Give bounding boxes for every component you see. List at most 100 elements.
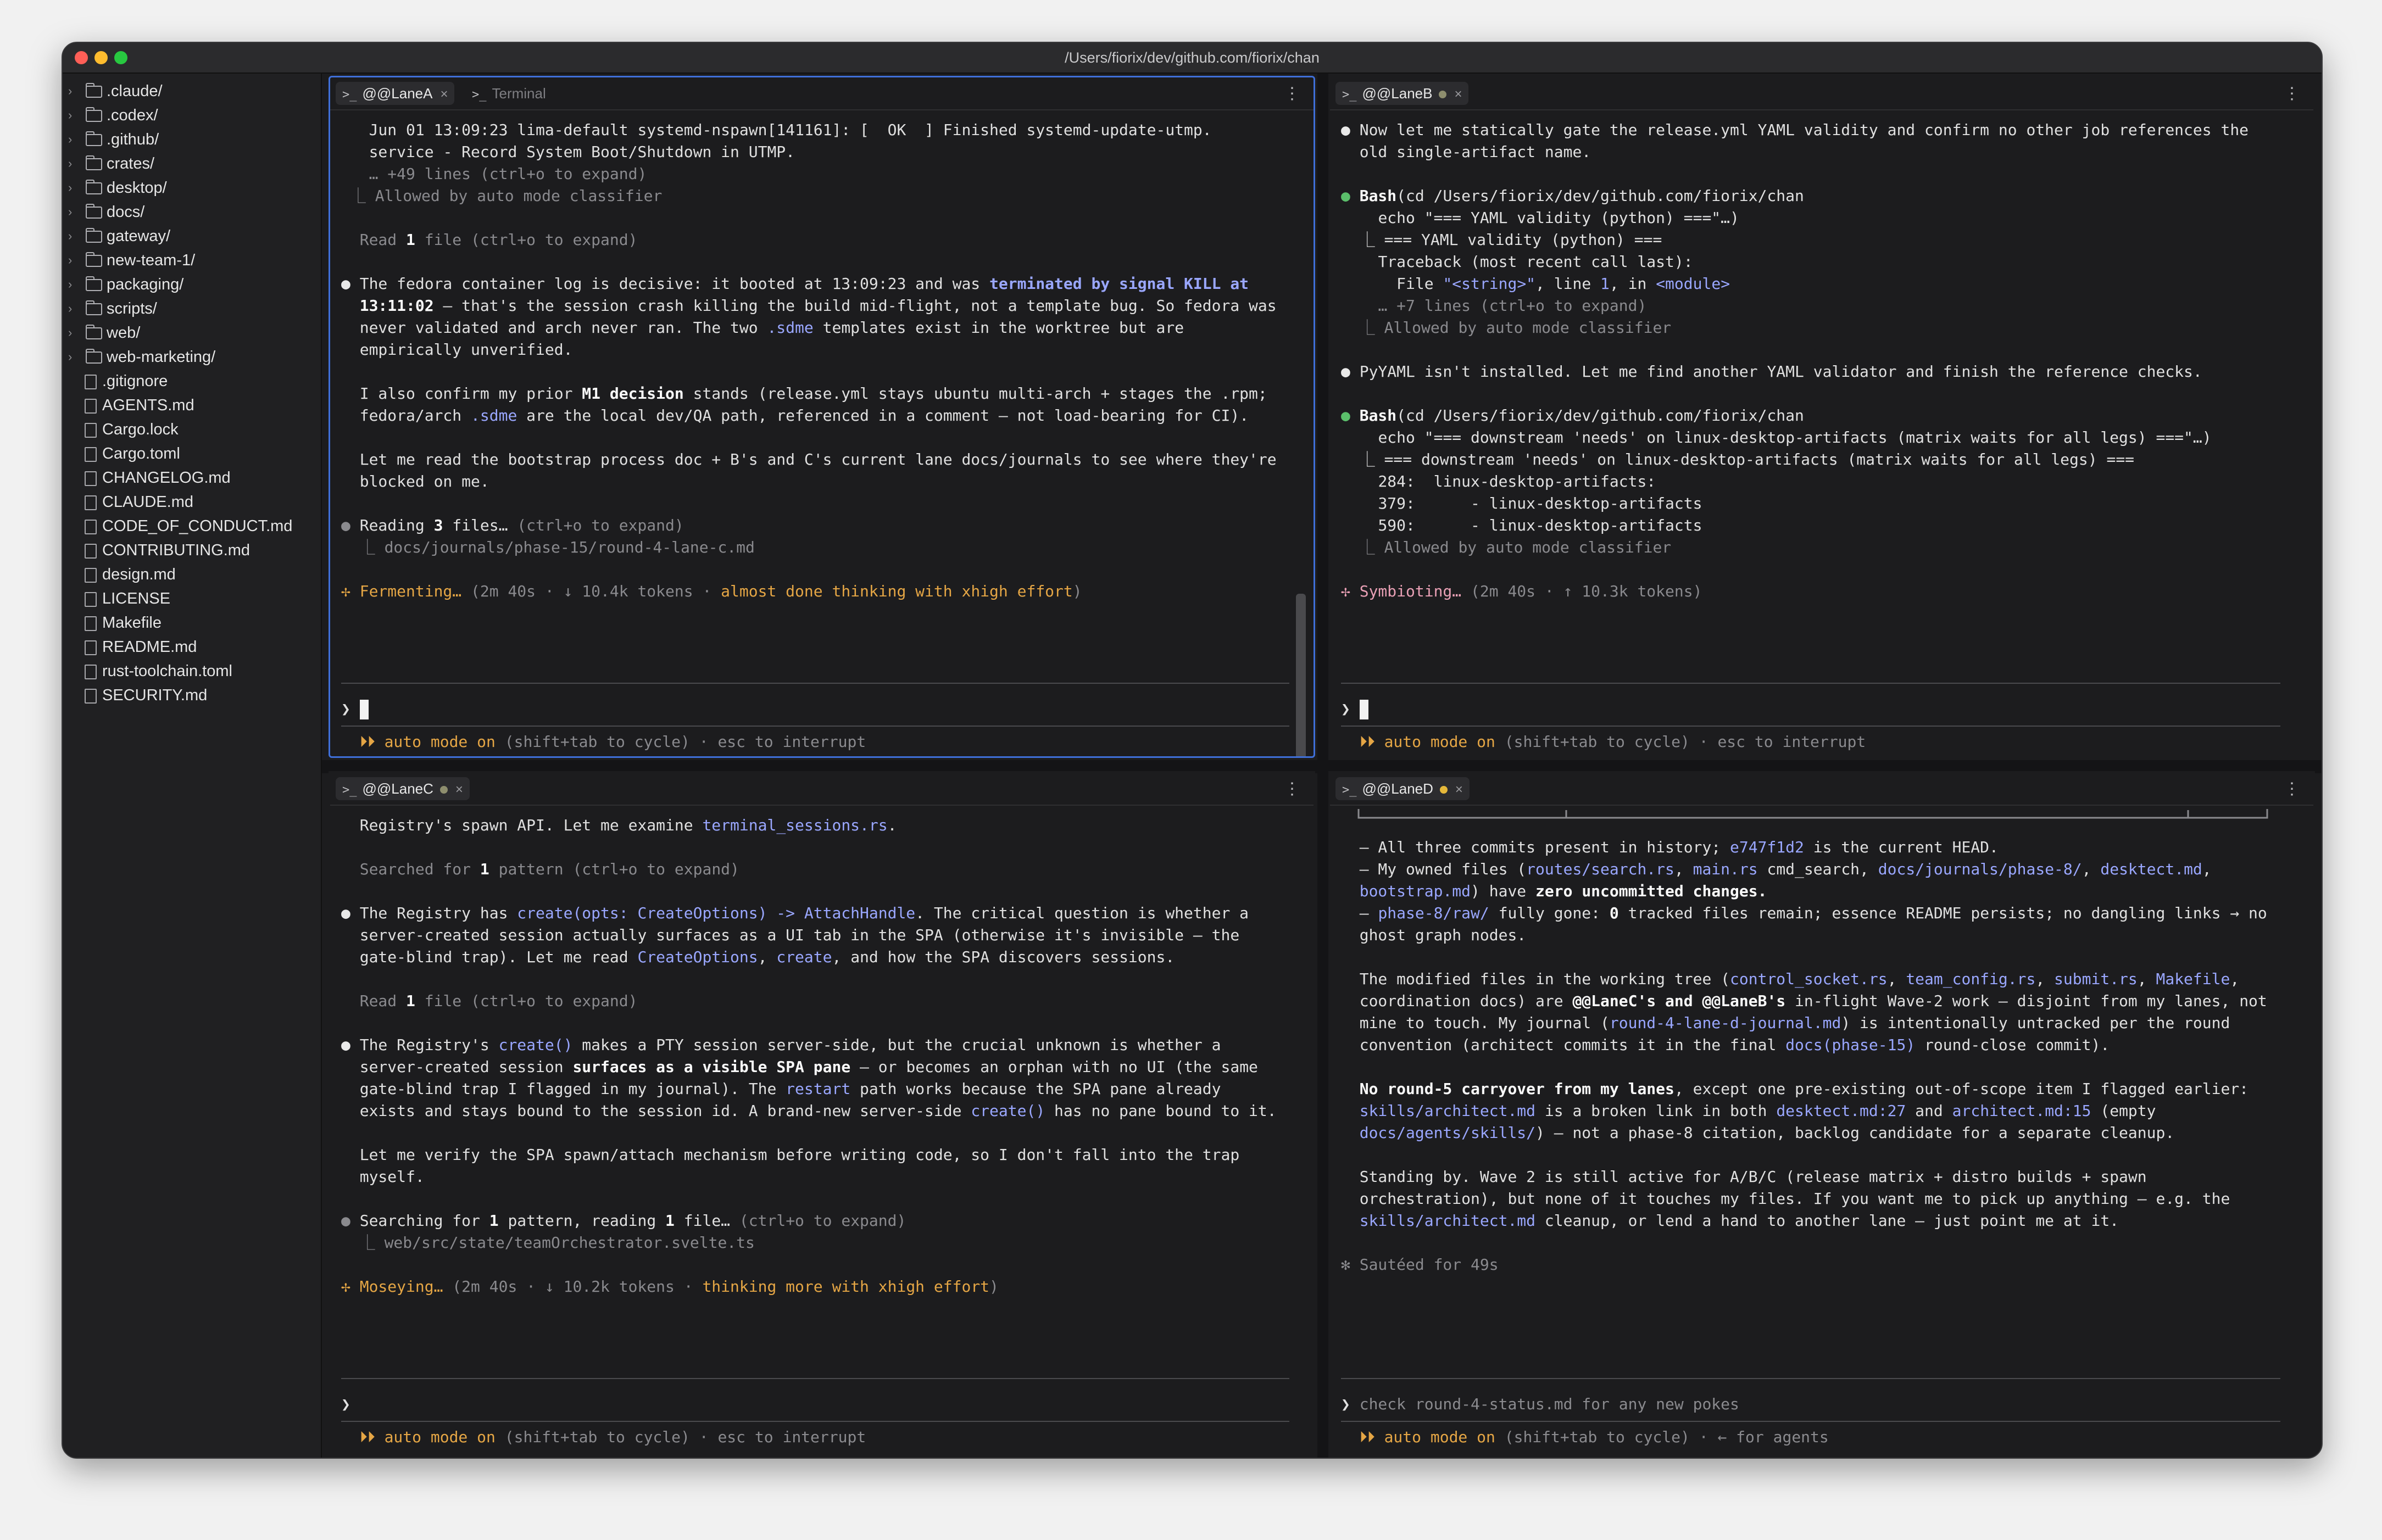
folder-icon [86,252,102,267]
prompt-suggestion: check round-4-status.md for any new poke… [1359,1395,1739,1413]
output-line: fedora/arch .sdme are the local dev/QA p… [359,406,1249,425]
app-window: /Users/fiorix/dev/github.com/fiorix/chan… [62,42,2323,1459]
chevron-right-icon: › [68,277,73,291]
pane-menu-icon[interactable]: ⋮ [2284,83,2300,105]
mode-indicator: ⏵⏵ auto mode on (shift+tab to cycle) · e… [359,1428,866,1446]
divider [341,726,1289,727]
chevron-right-icon: › [68,181,73,194]
output-line: ⎿ Allowed by auto mode classifier [341,187,663,205]
folder-icon [86,300,102,315]
scrollbar[interactable] [1296,594,1306,756]
output-line: … +49 lines (ctrl+o to expand) [369,165,647,183]
output-line: orchestration), but none of it touches m… [1359,1190,2230,1208]
prompt-input[interactable]: ❯ [341,1393,350,1415]
chevron-right-icon: › [68,302,73,315]
chevron-right-icon: › [68,108,73,122]
chevron-right-icon: › [68,205,73,219]
folder-icon [86,131,102,146]
pane-menu-icon[interactable]: ⋮ [1284,83,1300,105]
output-line: ● Searching for 1 pattern, reading 1 fil… [341,1212,906,1230]
folder-icon [86,276,102,291]
output-line: ⎿ === YAML validity (python) === [1341,231,1662,249]
divider [341,1378,1289,1379]
output-line: Jun 01 13:09:23 lima-default systemd-nsp… [369,121,1212,139]
output-line: Read 1 file (ctrl+o to expand) [359,992,638,1010]
tab-lane-b[interactable]: >_ @@LaneB × [1335,82,1469,105]
output-line: convention (architect commits it in the … [1359,1036,2110,1054]
close-tab-icon[interactable]: × [1455,782,1463,797]
tab-bar: >_ @@LaneC × ⋮ [330,773,1314,806]
folder-icon [86,228,102,243]
file-icon [85,375,97,389]
file-icon [85,640,97,655]
status-line: ✢ Symbioting… (2m 40s · ↑ 10.3k tokens) [1341,582,1702,600]
output-line: – All three commits present in history; … [1359,838,1999,856]
output-line: Searched for 1 pattern (ctrl+o to expand… [359,860,739,878]
terminal-pane-lane-a[interactable]: >_ @@LaneA × >_ Terminal ⋮ Jun 01 13:09:23 … [329,76,1315,758]
mode-indicator: ⏵⏵ auto mode on (shift+tab to cycle) · e… [1359,733,1866,751]
folder-icon [86,83,102,98]
tab-terminal[interactable]: >_ Terminal [465,82,553,105]
pane-menu-icon[interactable]: ⋮ [2284,778,2300,800]
prompt-input[interactable]: ❯ check round-4-status.md for any new po… [1341,1393,1739,1415]
terminal-output: Registry's spawn API. Let me examine ter… [341,814,1303,1298]
output-line: No round-5 carryover from my lanes, exce… [1359,1080,2249,1098]
text-cursor [359,700,369,719]
tab-lane-a[interactable]: >_ @@LaneA × [336,82,455,105]
terminal-pane-lane-d[interactable]: >_ @@LaneD × ⋮ – All three commits present… [1328,771,2315,1458]
file-icon [85,423,97,438]
folder-icon [86,204,102,219]
output-line: echo "=== YAML validity (python) ==="…) [1378,209,1739,227]
output-line: ⎿ Allowed by auto mode classifier [1341,538,1672,556]
output-line: old single-artifact name. [1359,143,1591,161]
tab-lane-d[interactable]: >_ @@LaneD × [1335,777,1470,800]
tab-bar: >_ @@LaneB × ⋮ [1330,77,2313,110]
chevron-right-icon: › [68,132,73,146]
output-line: – phase-8/raw/ fully gone: 0 tracked fil… [1359,904,2267,922]
pane-splitter-vertical[interactable] [1317,74,1328,1458]
output-line: echo "=== downstream 'needs' on linux-de… [1378,428,2212,447]
close-tab-icon[interactable]: × [440,87,448,102]
file-tree-sidebar: › .claude/ › .codex/ › .github/ › crates/ › d… [63,74,322,1458]
status-line: ✢ Fermenting… (2m 40s · ↓ 10.4k tokens ·… [341,582,1082,600]
prompt-input[interactable]: ❯ [1341,698,1368,720]
output-line: 13:11:02 — that's the session crash kill… [359,297,1277,315]
status-dot [439,786,448,794]
chevron-right-icon: › [68,253,73,267]
status-dot [1439,786,1448,794]
close-tab-icon[interactable]: × [1454,87,1462,102]
divider [341,1421,1289,1422]
output-line: Registry's spawn API. Let me examine ter… [359,816,897,834]
terminal-pane-lane-b[interactable]: >_ @@LaneB × ⋮ ● Now let me statically gat… [1328,76,2315,758]
output-line: ● Reading 3 files… (ctrl+o to expand) [341,516,684,534]
file-icon [85,616,97,631]
output-line: bootstrap.md) have zero uncommitted chan… [1359,882,1767,900]
chevron-right-icon: › [68,84,73,98]
output-line: ● Bash(cd /Users/fiorix/dev/github.com/f… [1341,187,1804,205]
status-line: ✻ Sautéed for 49s [1341,1256,1499,1274]
terminal-output: Jun 01 13:09:23 lima-default systemd-nsp… [341,119,1303,602]
output-line: ● The Registry has create(opts: CreateOp… [341,904,1249,922]
prompt-input[interactable]: ❯ [341,698,369,720]
divider [1341,726,2280,727]
tab-bar: >_ @@LaneD × ⋮ [1330,773,2313,806]
file-icon [85,544,97,559]
output-line: ⎿ Allowed by auto mode classifier [1341,319,1672,337]
output-line: ⎿ === downstream 'needs' on linux-deskto… [1341,450,2135,468]
output-line: gate-blind trap I flagged in my journal)… [359,1080,1221,1098]
tab-lane-c[interactable]: >_ @@LaneC × [336,777,470,800]
table-bottom-border [1357,809,2268,819]
terminal-pane-lane-c[interactable]: >_ @@LaneC × ⋮ Registry's spawn API. Let m… [329,771,1315,1458]
folder-icon [86,155,102,170]
output-line: myself. [359,1168,425,1186]
pane-menu-icon[interactable]: ⋮ [1284,778,1300,800]
output-line: Let me verify the SPA spawn/attach mecha… [359,1146,1240,1164]
title-bar: /Users/fiorix/dev/github.com/fiorix/chan [63,43,2322,74]
close-tab-icon[interactable]: × [455,782,463,797]
